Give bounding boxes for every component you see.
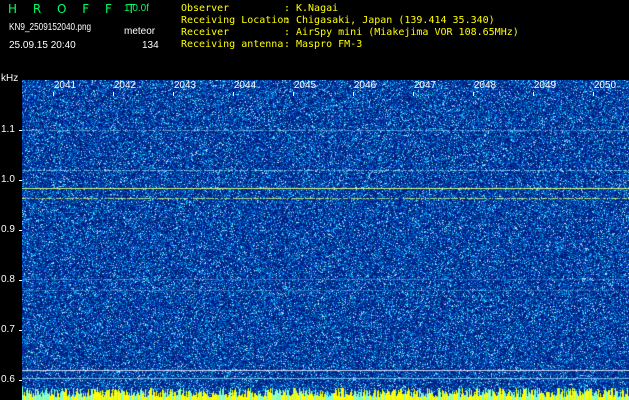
y-tick-label: 0.8 xyxy=(1,274,15,285)
y-tick-mark xyxy=(19,230,22,231)
y-tick-label: 0.9 xyxy=(1,224,15,235)
file-name: KN9_2509152040.png xyxy=(9,22,92,33)
x-tick-mark xyxy=(533,92,534,96)
x-tick-mark xyxy=(293,92,294,96)
observer-label: Observer xyxy=(181,3,230,14)
y-tick-label: 1.0 xyxy=(1,174,15,185)
x-tick-label: 2049 xyxy=(533,80,557,91)
x-tick-label: 2047 xyxy=(413,80,437,91)
y-tick-mark xyxy=(19,380,22,381)
x-tick-mark xyxy=(473,92,474,96)
x-tick-mark xyxy=(173,92,174,96)
y-tick-mark xyxy=(19,280,22,281)
antenna-label: Receiving antenna xyxy=(181,39,284,50)
date-time: 25.09.15 20:40 xyxy=(9,40,76,51)
frequency-unit-label: kHz xyxy=(1,73,19,84)
x-tick-mark xyxy=(53,92,54,96)
x-tick-mark xyxy=(413,92,414,96)
location-value: Chigasaki, Japan (139.414 35.340) xyxy=(296,15,495,26)
x-tick-label: 2046 xyxy=(353,80,377,91)
y-tick-mark xyxy=(19,180,22,181)
y-tick-mark xyxy=(19,130,22,131)
antenna-value: Maspro FM-3 xyxy=(296,39,363,50)
location-separator: : xyxy=(284,15,291,26)
x-tick-label: 2045 xyxy=(293,80,317,91)
location-label: Receiving Location xyxy=(181,15,290,26)
observer-separator: : xyxy=(284,3,291,14)
app-title: H R O F F T xyxy=(8,2,142,16)
receiver-label: Receiver xyxy=(181,27,230,38)
spectrogram-canvas xyxy=(22,80,629,400)
x-tick-label: 2048 xyxy=(473,80,497,91)
x-tick-label: 2044 xyxy=(233,80,257,91)
antenna-separator: : xyxy=(284,39,291,50)
y-tick-label: 1.1 xyxy=(1,124,15,135)
app-version: 1.0.0f xyxy=(124,3,150,14)
y-tick-label: 0.7 xyxy=(1,324,15,335)
receiver-separator: : xyxy=(284,27,291,38)
y-tick-label: 0.6 xyxy=(1,374,15,385)
x-tick-mark xyxy=(593,92,594,96)
x-tick-label: 2042 xyxy=(113,80,137,91)
x-tick-mark xyxy=(233,92,234,96)
x-tick-mark xyxy=(113,92,114,96)
x-tick-label: 2043 xyxy=(173,80,197,91)
receiver-value: AirSpy mini (Miakejima VOR 108.65MHz) xyxy=(296,27,519,38)
x-tick-label: 2050 xyxy=(593,80,617,91)
x-tick-mark xyxy=(353,92,354,96)
y-tick-mark xyxy=(19,330,22,331)
count-value: 134 xyxy=(142,40,159,51)
observer-value: K.Nagai xyxy=(296,3,339,14)
x-tick-label: 2041 xyxy=(53,80,77,91)
mode-label: meteor xyxy=(124,26,156,37)
